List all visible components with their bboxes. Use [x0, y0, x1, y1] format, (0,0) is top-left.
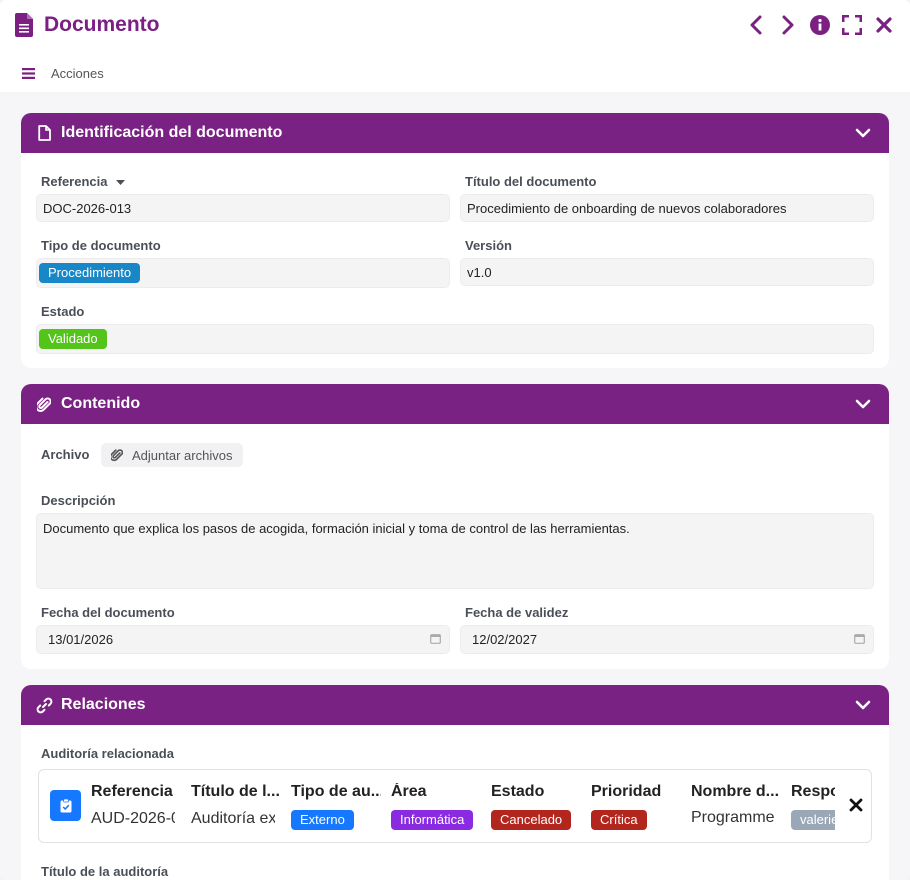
- paperclip-icon: [35, 395, 53, 413]
- section-title: Identificación del documento: [61, 124, 283, 141]
- tipo-badge: Procedimiento: [39, 263, 141, 283]
- content-section: Contenido Archivo Adjuntar archivos Desc…: [21, 384, 889, 669]
- section-title: Relaciones: [61, 696, 146, 713]
- estado-label: Estado: [41, 304, 85, 319]
- col-header-prioridad[interactable]: Prioridad: [591, 783, 681, 801]
- chevron-down-icon[interactable]: [855, 396, 871, 412]
- area-badge: Informática: [391, 810, 474, 830]
- fecha-doc-value: 13/01/2026: [48, 632, 114, 647]
- referencia-field[interactable]: DOC-2026-013: [36, 194, 450, 222]
- cell-referencia[interactable]: AUD-2026-013: [91, 810, 175, 828]
- descripcion-label: Descripción: [41, 493, 116, 508]
- titulo-auditoria-label: Título de la auditoría: [41, 864, 169, 879]
- col-header-responsable[interactable]: Respon: [791, 783, 835, 801]
- actions-label: Acciones: [51, 66, 104, 81]
- tipo-field[interactable]: Procedimiento: [36, 258, 450, 288]
- titulo-label: Título del documento: [465, 174, 597, 189]
- clipboard-check-icon: [60, 798, 71, 812]
- estado-badge: Cancelado: [491, 810, 572, 830]
- calendar-icon[interactable]: [854, 633, 865, 644]
- expand-icon: [842, 15, 862, 35]
- section-title: Contenido: [61, 395, 141, 412]
- window-header: Documento Acciones: [0, 0, 910, 92]
- info-icon: [810, 15, 830, 35]
- cell-prioridad: Crítica: [591, 810, 647, 830]
- referencia-label[interactable]: Referencia: [41, 174, 126, 189]
- archivo-label: Archivo: [41, 447, 90, 462]
- tipo-label: Tipo de documento: [41, 238, 161, 253]
- menu-icon: [22, 68, 35, 79]
- link-icon: [35, 696, 53, 714]
- identification-section: Identificación del documento Referencia …: [21, 113, 889, 368]
- cell-titulo: Auditoría externa: [191, 810, 275, 827]
- col-header-nombre[interactable]: Nombre d...: [691, 783, 781, 801]
- fecha-validez-input[interactable]: 12/02/2027: [460, 625, 874, 654]
- col-header-titulo[interactable]: Título de l...: [191, 783, 281, 801]
- version-field[interactable]: v1.0: [460, 258, 874, 286]
- content-section-header[interactable]: Contenido: [21, 384, 889, 424]
- cell-tipo: Externo: [291, 810, 354, 830]
- relations-section-header[interactable]: Relaciones: [21, 685, 889, 725]
- auditoria-label: Auditoría relacionada: [41, 746, 174, 761]
- window-actions: [746, 14, 894, 36]
- attach-files-button[interactable]: Adjuntar archivos: [101, 443, 244, 467]
- fecha-doc-input[interactable]: 13/01/2026: [36, 625, 450, 654]
- file-icon: [35, 124, 53, 142]
- cell-area: Informática: [391, 810, 474, 830]
- close-button[interactable]: [874, 14, 894, 36]
- actions-menu[interactable]: Acciones: [22, 66, 104, 81]
- cell-responsable: valerie: [791, 810, 835, 830]
- estado-field[interactable]: Validado: [36, 324, 874, 354]
- col-header-estado[interactable]: Estado: [491, 783, 581, 801]
- chevron-down-icon[interactable]: [855, 125, 871, 141]
- cell-estado: Cancelado: [491, 810, 572, 830]
- identification-section-header[interactable]: Identificación del documento: [21, 113, 889, 153]
- fecha-validez-value: 12/02/2027: [472, 632, 538, 647]
- attach-files-label: Adjuntar archivos: [132, 447, 233, 463]
- fullscreen-button[interactable]: [842, 14, 862, 36]
- close-icon: [849, 798, 863, 812]
- caret-down-icon: [116, 179, 126, 185]
- previous-button[interactable]: [746, 14, 766, 36]
- col-header-area[interactable]: Área: [391, 783, 481, 801]
- relations-section: Relaciones Auditoría relacionada Referen…: [21, 685, 889, 880]
- chevron-right-icon: [782, 15, 794, 35]
- info-button[interactable]: [810, 14, 830, 36]
- cell-nombre: Programme d': [691, 809, 777, 826]
- next-button[interactable]: [778, 14, 798, 36]
- related-audit-table: Referencia Título de l... Tipo de au... …: [38, 769, 872, 843]
- status-badge: Validado: [39, 329, 107, 349]
- fecha-doc-label: Fecha del documento: [41, 605, 175, 620]
- col-header-referencia[interactable]: Referencia: [91, 783, 181, 801]
- titulo-field[interactable]: Procedimiento de onboarding de nuevos co…: [460, 194, 874, 222]
- prioridad-badge: Crítica: [591, 810, 647, 830]
- tipo-badge: Externo: [291, 810, 354, 830]
- audit-record-icon[interactable]: [50, 790, 81, 821]
- col-header-tipo[interactable]: Tipo de au...: [291, 783, 381, 801]
- document-window: Documento Acciones Identificación del do…: [0, 0, 910, 880]
- remove-relation-button[interactable]: [849, 798, 863, 812]
- chevron-down-icon[interactable]: [855, 697, 871, 713]
- chevron-left-icon: [750, 15, 762, 35]
- responsable-badge: valerie: [791, 810, 835, 830]
- descripcion-textarea[interactable]: Documento que explica los pasos de acogi…: [36, 513, 874, 589]
- version-label: Versión: [465, 238, 512, 253]
- page-title: Documento: [44, 13, 160, 36]
- paperclip-icon: [111, 449, 123, 462]
- fecha-validez-label: Fecha de validez: [465, 605, 569, 620]
- calendar-icon[interactable]: [430, 633, 441, 644]
- document-icon: [15, 13, 33, 37]
- close-icon: [876, 17, 892, 33]
